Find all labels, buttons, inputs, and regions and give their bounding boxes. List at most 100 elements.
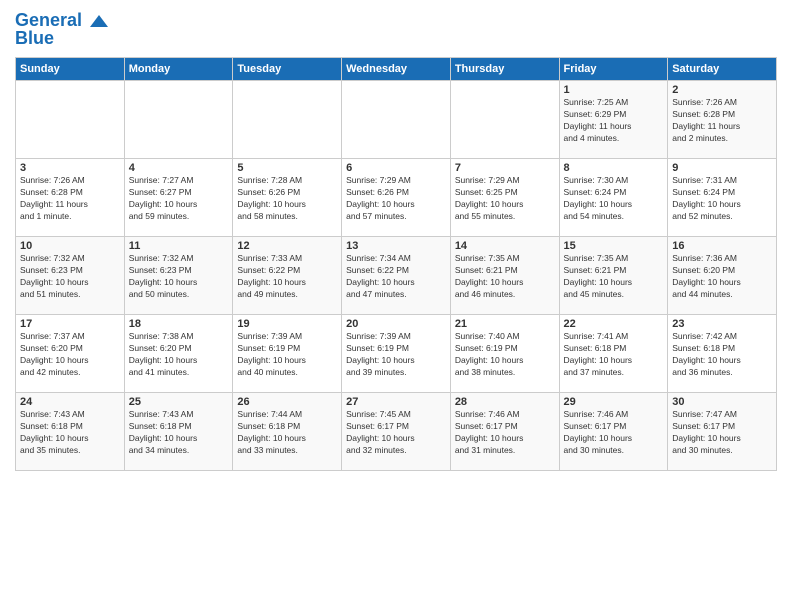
day-number: 1 — [564, 84, 664, 96]
day-info: Sunrise: 7:35 AM Sunset: 6:21 PM Dayligh… — [455, 253, 555, 301]
day-cell: 13Sunrise: 7:34 AM Sunset: 6:22 PM Dayli… — [342, 237, 451, 315]
day-cell: 10Sunrise: 7:32 AM Sunset: 6:23 PM Dayli… — [16, 237, 125, 315]
day-cell: 25Sunrise: 7:43 AM Sunset: 6:18 PM Dayli… — [124, 393, 233, 471]
logo: General Blue — [15, 10, 110, 49]
day-info: Sunrise: 7:30 AM Sunset: 6:24 PM Dayligh… — [564, 175, 664, 223]
day-info: Sunrise: 7:44 AM Sunset: 6:18 PM Dayligh… — [237, 409, 337, 457]
day-cell: 16Sunrise: 7:36 AM Sunset: 6:20 PM Dayli… — [668, 237, 777, 315]
day-number: 17 — [20, 318, 120, 330]
day-number: 12 — [237, 240, 337, 252]
day-number: 3 — [20, 162, 120, 174]
day-info: Sunrise: 7:31 AM Sunset: 6:24 PM Dayligh… — [672, 175, 772, 223]
day-cell: 20Sunrise: 7:39 AM Sunset: 6:19 PM Dayli… — [342, 315, 451, 393]
day-cell: 21Sunrise: 7:40 AM Sunset: 6:19 PM Dayli… — [450, 315, 559, 393]
day-info: Sunrise: 7:29 AM Sunset: 6:26 PM Dayligh… — [346, 175, 446, 223]
day-info: Sunrise: 7:33 AM Sunset: 6:22 PM Dayligh… — [237, 253, 337, 301]
day-cell: 2Sunrise: 7:26 AM Sunset: 6:28 PM Daylig… — [668, 81, 777, 159]
day-cell: 18Sunrise: 7:38 AM Sunset: 6:20 PM Dayli… — [124, 315, 233, 393]
day-number: 18 — [129, 318, 229, 330]
day-number: 20 — [346, 318, 446, 330]
day-number: 26 — [237, 396, 337, 408]
day-info: Sunrise: 7:45 AM Sunset: 6:17 PM Dayligh… — [346, 409, 446, 457]
day-cell — [16, 81, 125, 159]
day-info: Sunrise: 7:38 AM Sunset: 6:20 PM Dayligh… — [129, 331, 229, 379]
day-cell: 5Sunrise: 7:28 AM Sunset: 6:26 PM Daylig… — [233, 159, 342, 237]
day-info: Sunrise: 7:39 AM Sunset: 6:19 PM Dayligh… — [346, 331, 446, 379]
day-cell: 30Sunrise: 7:47 AM Sunset: 6:17 PM Dayli… — [668, 393, 777, 471]
calendar-page: General Blue SundayMondayTuesdayWednesda… — [0, 0, 792, 612]
day-info: Sunrise: 7:25 AM Sunset: 6:29 PM Dayligh… — [564, 97, 664, 145]
calendar-table: SundayMondayTuesdayWednesdayThursdayFrid… — [15, 57, 777, 471]
day-cell: 29Sunrise: 7:46 AM Sunset: 6:17 PM Dayli… — [559, 393, 668, 471]
day-cell: 22Sunrise: 7:41 AM Sunset: 6:18 PM Dayli… — [559, 315, 668, 393]
day-cell: 6Sunrise: 7:29 AM Sunset: 6:26 PM Daylig… — [342, 159, 451, 237]
day-number: 8 — [564, 162, 664, 174]
day-number: 25 — [129, 396, 229, 408]
day-number: 28 — [455, 396, 555, 408]
logo-blue: Blue — [15, 28, 110, 49]
day-cell: 26Sunrise: 7:44 AM Sunset: 6:18 PM Dayli… — [233, 393, 342, 471]
day-cell: 4Sunrise: 7:27 AM Sunset: 6:27 PM Daylig… — [124, 159, 233, 237]
day-cell: 3Sunrise: 7:26 AM Sunset: 6:28 PM Daylig… — [16, 159, 125, 237]
day-info: Sunrise: 7:32 AM Sunset: 6:23 PM Dayligh… — [20, 253, 120, 301]
day-number: 29 — [564, 396, 664, 408]
day-number: 2 — [672, 84, 772, 96]
day-number: 10 — [20, 240, 120, 252]
day-info: Sunrise: 7:26 AM Sunset: 6:28 PM Dayligh… — [20, 175, 120, 223]
day-info: Sunrise: 7:28 AM Sunset: 6:26 PM Dayligh… — [237, 175, 337, 223]
day-number: 24 — [20, 396, 120, 408]
day-number: 4 — [129, 162, 229, 174]
logo-general: General — [15, 10, 82, 30]
col-header-wednesday: Wednesday — [342, 58, 451, 81]
day-number: 15 — [564, 240, 664, 252]
day-cell: 14Sunrise: 7:35 AM Sunset: 6:21 PM Dayli… — [450, 237, 559, 315]
day-cell: 9Sunrise: 7:31 AM Sunset: 6:24 PM Daylig… — [668, 159, 777, 237]
day-cell: 17Sunrise: 7:37 AM Sunset: 6:20 PM Dayli… — [16, 315, 125, 393]
col-header-sunday: Sunday — [16, 58, 125, 81]
day-number: 9 — [672, 162, 772, 174]
day-cell: 15Sunrise: 7:35 AM Sunset: 6:21 PM Dayli… — [559, 237, 668, 315]
day-info: Sunrise: 7:35 AM Sunset: 6:21 PM Dayligh… — [564, 253, 664, 301]
day-number: 30 — [672, 396, 772, 408]
day-cell: 11Sunrise: 7:32 AM Sunset: 6:23 PM Dayli… — [124, 237, 233, 315]
day-number: 16 — [672, 240, 772, 252]
day-info: Sunrise: 7:41 AM Sunset: 6:18 PM Dayligh… — [564, 331, 664, 379]
col-header-friday: Friday — [559, 58, 668, 81]
day-number: 14 — [455, 240, 555, 252]
header-row: SundayMondayTuesdayWednesdayThursdayFrid… — [16, 58, 777, 81]
day-cell — [124, 81, 233, 159]
day-cell: 1Sunrise: 7:25 AM Sunset: 6:29 PM Daylig… — [559, 81, 668, 159]
day-number: 23 — [672, 318, 772, 330]
day-number: 21 — [455, 318, 555, 330]
day-number: 11 — [129, 240, 229, 252]
col-header-tuesday: Tuesday — [233, 58, 342, 81]
day-info: Sunrise: 7:42 AM Sunset: 6:18 PM Dayligh… — [672, 331, 772, 379]
day-info: Sunrise: 7:34 AM Sunset: 6:22 PM Dayligh… — [346, 253, 446, 301]
week-row-2: 3Sunrise: 7:26 AM Sunset: 6:28 PM Daylig… — [16, 159, 777, 237]
day-info: Sunrise: 7:46 AM Sunset: 6:17 PM Dayligh… — [455, 409, 555, 457]
day-number: 22 — [564, 318, 664, 330]
day-info: Sunrise: 7:36 AM Sunset: 6:20 PM Dayligh… — [672, 253, 772, 301]
col-header-saturday: Saturday — [668, 58, 777, 81]
col-header-monday: Monday — [124, 58, 233, 81]
day-cell: 23Sunrise: 7:42 AM Sunset: 6:18 PM Dayli… — [668, 315, 777, 393]
week-row-3: 10Sunrise: 7:32 AM Sunset: 6:23 PM Dayli… — [16, 237, 777, 315]
day-number: 5 — [237, 162, 337, 174]
day-cell — [233, 81, 342, 159]
day-info: Sunrise: 7:40 AM Sunset: 6:19 PM Dayligh… — [455, 331, 555, 379]
day-cell: 28Sunrise: 7:46 AM Sunset: 6:17 PM Dayli… — [450, 393, 559, 471]
day-cell: 12Sunrise: 7:33 AM Sunset: 6:22 PM Dayli… — [233, 237, 342, 315]
week-row-5: 24 Sunrise: 7:43 AM Sunset: 6:18 PM Dayli… — [16, 393, 777, 471]
day-info: Sunrise: 7:46 AM Sunset: 6:17 PM Dayligh… — [564, 409, 664, 457]
day-info: Sunrise: 7:26 AM Sunset: 6:28 PM Dayligh… — [672, 97, 772, 145]
day-info: Sunrise: 7:32 AM Sunset: 6:23 PM Dayligh… — [129, 253, 229, 301]
day-cell — [342, 81, 451, 159]
header: General Blue — [15, 10, 777, 49]
day-number: 19 — [237, 318, 337, 330]
col-header-thursday: Thursday — [450, 58, 559, 81]
day-cell: 27Sunrise: 7:45 AM Sunset: 6:17 PM Dayli… — [342, 393, 451, 471]
day-number: 27 — [346, 396, 446, 408]
week-row-4: 17Sunrise: 7:37 AM Sunset: 6:20 PM Dayli… — [16, 315, 777, 393]
day-info: Sunrise: 7:43 AM Sunset: 6:18 PM Dayligh… — [129, 409, 229, 457]
week-row-1: 1Sunrise: 7:25 AM Sunset: 6:29 PM Daylig… — [16, 81, 777, 159]
